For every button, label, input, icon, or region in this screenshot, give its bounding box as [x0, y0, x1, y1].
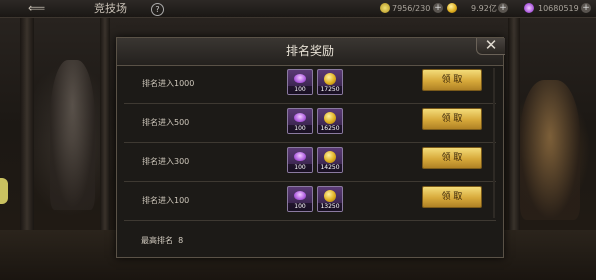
gem-reward-item[interactable]: 100	[287, 69, 313, 95]
coin-icon	[324, 190, 336, 202]
side-expand-tab[interactable]	[0, 178, 8, 204]
claim-button[interactable]: 领 取	[422, 186, 482, 208]
item-quantity: 100	[288, 125, 312, 133]
top-bar: ⟸ 竞技场 ? 7956/230 + 9.92亿 + 10680519 +	[0, 0, 596, 18]
reward-row: 排名进入1000 100 17250 领 取	[124, 65, 496, 104]
item-quantity: 100	[288, 203, 312, 211]
screen-title: 竞技场	[94, 2, 127, 15]
gold-value: 9.92亿	[471, 4, 497, 13]
gem-reward-item[interactable]: 100	[287, 108, 313, 134]
stamina-value: 7956/230	[392, 4, 431, 13]
coin-reward-item[interactable]: 16250	[317, 108, 343, 134]
dialog-header: 排名奖励	[117, 38, 503, 66]
coin-icon	[324, 112, 336, 124]
reward-list[interactable]: 排名进入1000 100 17250 领 取 排名进入500 100 16250…	[124, 65, 496, 225]
best-rank-label: 最高排名	[141, 236, 173, 245]
dialog-title: 排名奖励	[285, 44, 334, 58]
stamina-icon	[380, 3, 390, 13]
rank-threshold-label: 排名进入1000	[142, 79, 195, 88]
close-button[interactable]: ✕	[476, 38, 505, 55]
statue-right	[520, 80, 580, 220]
coin-icon	[324, 73, 336, 85]
item-quantity: 16250	[318, 125, 342, 133]
gem-icon	[294, 152, 306, 161]
list-scrollbar[interactable]	[493, 68, 495, 218]
claim-button[interactable]: 领 取	[422, 108, 482, 130]
rank-reward-dialog: 排名奖励 ✕ 排名进入1000 100 17250 领 取 排名进入500 10…	[116, 37, 505, 258]
rank-threshold-label: 排名进入300	[142, 157, 190, 166]
background-pillar	[100, 17, 110, 230]
coin-reward-item[interactable]: 14250	[317, 147, 343, 173]
gem-icon	[294, 74, 306, 83]
item-quantity: 13250	[318, 203, 342, 211]
gem-reward-item[interactable]: 100	[287, 186, 313, 212]
item-quantity: 17250	[318, 86, 342, 94]
rank-threshold-label: 排名进入500	[142, 118, 190, 127]
claim-button[interactable]: 领 取	[422, 147, 482, 169]
coin-reward-item[interactable]: 17250	[317, 69, 343, 95]
gem-reward-item[interactable]: 100	[287, 147, 313, 173]
background-pillar	[20, 17, 34, 230]
back-button[interactable]: ⟸	[28, 2, 70, 15]
item-quantity: 14250	[318, 164, 342, 172]
gem-icon	[524, 3, 534, 13]
item-quantity: 100	[288, 164, 312, 172]
rank-threshold-label: 排名进入100	[142, 196, 190, 205]
add-gem-button[interactable]: +	[581, 3, 591, 13]
background-pillar	[508, 17, 520, 230]
gem-icon	[294, 113, 306, 122]
add-stamina-button[interactable]: +	[433, 3, 443, 13]
item-quantity: 100	[288, 86, 312, 94]
gold-icon	[447, 3, 457, 13]
coin-icon	[324, 151, 336, 163]
best-rank-value: 8	[178, 236, 184, 245]
help-icon[interactable]: ?	[151, 3, 164, 16]
gem-icon	[294, 191, 306, 200]
reward-row: 排名进入300 100 14250 领 取	[124, 143, 496, 182]
gem-value: 10680519	[538, 4, 579, 13]
coin-reward-item[interactable]: 13250	[317, 186, 343, 212]
claim-button[interactable]: 领 取	[422, 69, 482, 91]
best-rank: 最高排名 8	[141, 236, 183, 246]
statue-left	[50, 60, 95, 210]
add-gold-button[interactable]: +	[498, 3, 508, 13]
reward-row: 排名进入100 100 13250 领 取	[124, 182, 496, 221]
reward-row: 排名进入500 100 16250 领 取	[124, 104, 496, 143]
